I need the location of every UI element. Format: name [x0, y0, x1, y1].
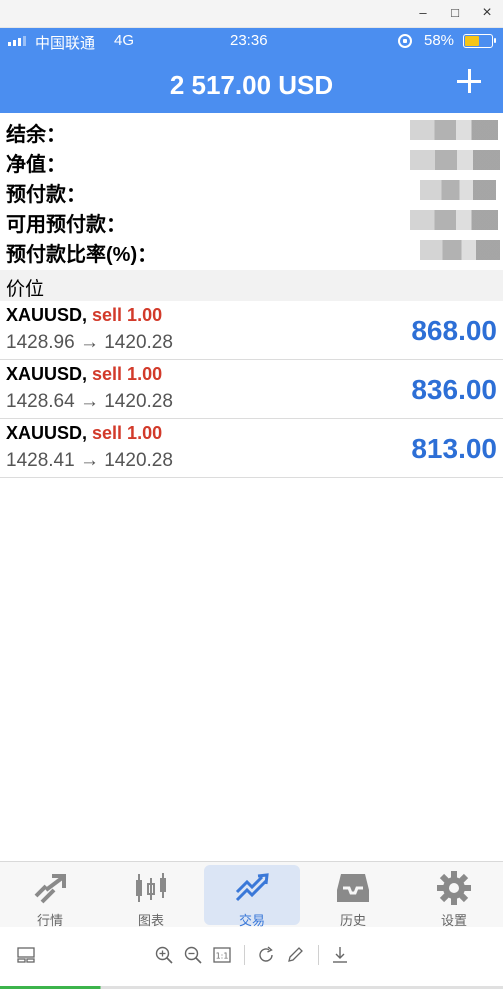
position-side: sell 1.00 — [92, 364, 163, 384]
section-title: 价位 — [6, 279, 45, 300]
signal-icon — [8, 36, 26, 46]
download-icon[interactable] — [330, 945, 350, 965]
position-prices: 1428.96 → 1420.28 — [6, 332, 173, 353]
redacted-value — [420, 180, 496, 200]
edit-icon[interactable] — [285, 945, 305, 965]
toolbar-divider — [318, 945, 319, 965]
network-type: 4G — [114, 32, 135, 49]
status-bar: 中国联通 4G 23:36 58% — [0, 28, 503, 54]
summary-row-balance: 结余： — [0, 117, 503, 147]
close-button[interactable]: × — [474, 4, 500, 22]
position-title: XAUUSD, sell 1.00 — [6, 423, 162, 444]
position-profit: 868.00 — [411, 315, 497, 346]
layout-icon[interactable] — [16, 945, 36, 965]
list-item[interactable]: XAUUSD, sell 1.00 1428.41 → 1420.28 813.… — [0, 419, 503, 478]
tab-chart[interactable]: 图表 — [103, 865, 199, 928]
position-prices: 1428.64 → 1420.28 — [6, 391, 173, 412]
position-symbol: XAUUSD, — [6, 305, 88, 325]
viewer-toolbar: 1:1 — [0, 927, 503, 989]
tab-settings[interactable]: 设置 — [406, 865, 502, 928]
summary-label: 预付款比率(%)： — [6, 244, 158, 266]
redacted-value — [410, 210, 498, 230]
position-profit: 813.00 — [411, 433, 497, 464]
zoom-out-icon[interactable] — [183, 945, 203, 965]
position-profit: 836.00 — [411, 374, 497, 405]
tab-history[interactable]: 历史 — [305, 865, 401, 928]
toolbar-divider — [244, 945, 245, 965]
position-side: sell 1.00 — [92, 305, 163, 325]
summary-label: 净值： — [6, 154, 66, 176]
tab-trade[interactable]: 交易 — [204, 865, 300, 928]
bottom-tab-bar: 行情 图表 交易 历史 设置 — [0, 861, 503, 928]
zoom-in-icon[interactable] — [154, 945, 174, 965]
positions-list: XAUUSD, sell 1.00 1428.96 → 1420.28 868.… — [0, 301, 503, 478]
position-side: sell 1.00 — [92, 423, 163, 443]
window-title-bar: – □ × — [0, 0, 503, 28]
summary-row-margin-level: 预付款比率(%)： — [0, 237, 503, 267]
position-title: XAUUSD, sell 1.00 — [6, 305, 162, 326]
actual-size-label: 1:1 — [216, 952, 229, 961]
minimize-button[interactable]: – — [410, 4, 436, 22]
position-symbol: XAUUSD, — [6, 423, 88, 443]
redacted-value — [410, 150, 500, 170]
summary-label: 可用预付款： — [6, 214, 126, 236]
trade-icon — [235, 873, 269, 902]
battery-icon — [463, 34, 496, 48]
carrier-name: 中国联通 — [35, 35, 96, 52]
summary-label: 结余： — [6, 124, 66, 146]
list-item[interactable]: XAUUSD, sell 1.00 1428.96 → 1420.28 868.… — [0, 301, 503, 360]
plus-icon[interactable] — [452, 64, 486, 98]
quotes-icon — [34, 874, 66, 904]
settings-icon — [437, 871, 471, 905]
chart-icon — [136, 873, 166, 902]
position-title: XAUUSD, sell 1.00 — [6, 364, 162, 385]
battery-fill — [465, 36, 479, 46]
page-title: 2 517.00 USD — [169, 70, 334, 100]
summary-row-equity: 净值： — [0, 147, 503, 177]
battery-percent: 58% — [424, 32, 455, 49]
section-header: 价位 — [0, 270, 503, 301]
summary-label: 预付款： — [6, 184, 86, 206]
history-icon — [337, 874, 369, 902]
actual-size-icon[interactable]: 1:1 — [212, 945, 232, 965]
position-prices: 1428.41 → 1420.28 — [6, 450, 173, 471]
summary-row-free-margin: 可用预付款： — [0, 207, 503, 237]
maximize-button[interactable]: □ — [442, 4, 468, 22]
status-time: 23:36 — [230, 32, 268, 49]
tab-quotes[interactable]: 行情 — [2, 865, 98, 928]
account-summary: 结余： 净值： 预付款： 可用预付款： 预付款比率(%)： — [0, 117, 503, 267]
rotation-lock-icon — [398, 34, 412, 48]
redacted-value — [420, 240, 500, 260]
list-item[interactable]: XAUUSD, sell 1.00 1428.64 → 1420.28 836.… — [0, 360, 503, 419]
app-header: 中国联通 4G 23:36 58% 2 517.00 USD — [0, 28, 503, 113]
position-symbol: XAUUSD, — [6, 364, 88, 384]
summary-row-margin: 预付款： — [0, 177, 503, 207]
rotate-icon[interactable] — [256, 945, 276, 965]
redacted-value — [410, 120, 498, 140]
